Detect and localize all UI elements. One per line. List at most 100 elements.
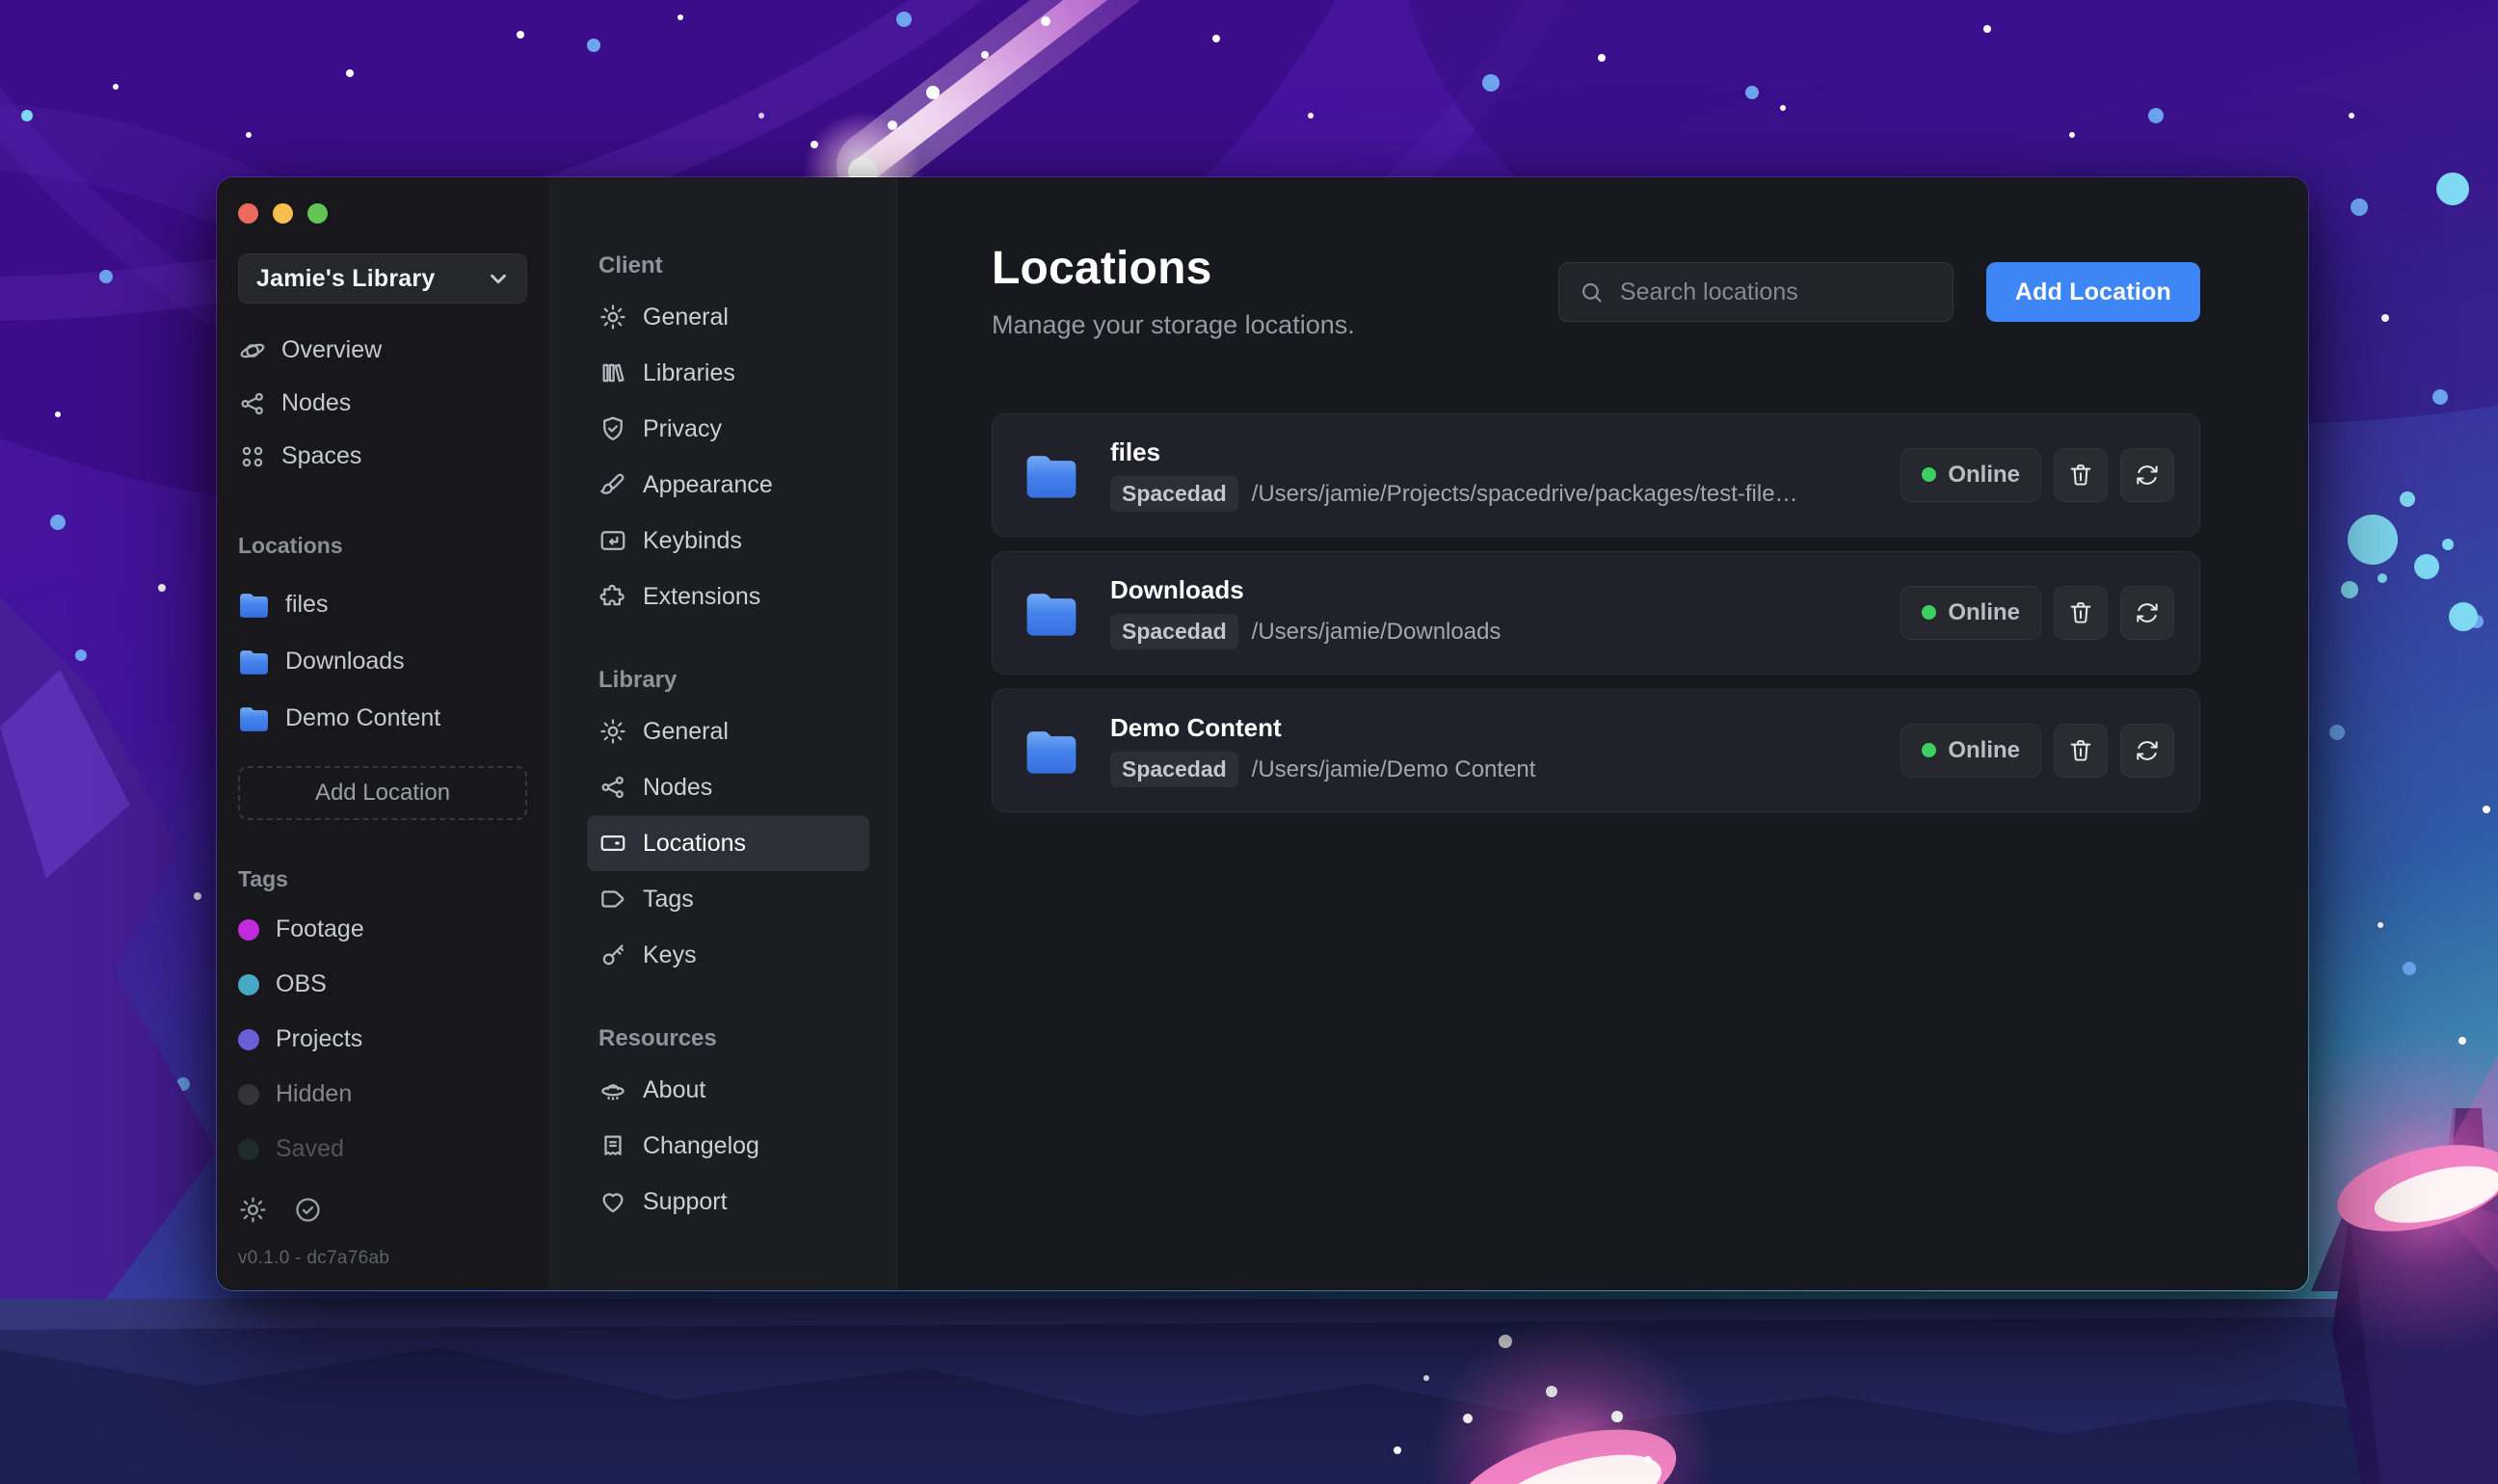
status-badge: Online: [1900, 723, 2041, 778]
sidebar-item-spaces[interactable]: Spaces: [238, 430, 527, 483]
settings-item-about[interactable]: About: [587, 1062, 869, 1118]
search-icon: [1579, 279, 1605, 305]
settings-item-client-general[interactable]: General: [587, 289, 869, 345]
tag-label: Hidden: [276, 1080, 353, 1107]
sidebar-tag-hidden[interactable]: Hidden: [238, 1067, 527, 1122]
key-icon: [598, 941, 627, 969]
location-path: /Users/jamie/Downloads: [1251, 618, 1501, 645]
settings-item-label: Extensions: [643, 582, 761, 610]
planet-icon: [238, 336, 267, 365]
library-selector[interactable]: Jamie's Library: [238, 253, 527, 304]
settings-item-libraries[interactable]: Libraries: [587, 345, 869, 401]
sidebar-tag-projects[interactable]: Projects: [238, 1012, 527, 1067]
settings-item-library-general[interactable]: General: [587, 703, 869, 759]
sidebar-add-location-button[interactable]: Add Location: [238, 766, 527, 820]
sidebar-location-downloads[interactable]: Downloads: [238, 633, 527, 690]
settings-item-appearance[interactable]: Appearance: [587, 457, 869, 513]
close-window-button[interactable]: [238, 203, 258, 224]
books-icon: [598, 358, 627, 387]
folder-icon: [1026, 593, 1076, 636]
sidebar-tag-obs[interactable]: OBS: [238, 957, 527, 1012]
paintbrush-icon: [598, 470, 627, 499]
location-name: Demo Content: [1110, 713, 1282, 743]
trash-icon: [2070, 464, 2091, 486]
ufo-icon: [598, 1075, 627, 1104]
settings-section-client: Client General Libraries Privacy Appeara…: [587, 252, 869, 624]
refresh-icon: [2137, 741, 2158, 760]
sidebar-item-overview[interactable]: Overview: [238, 324, 527, 377]
rescan-location-button[interactable]: [2120, 585, 2174, 640]
location-card-files[interactable]: files Spacedad /Users/jamie/Projects/spa…: [992, 412, 2200, 537]
tag-color-dot: [238, 973, 259, 995]
settings-item-privacy[interactable]: Privacy: [587, 401, 869, 457]
refresh-icon: [2137, 465, 2158, 485]
settings-item-support[interactable]: Support: [587, 1174, 869, 1230]
sidebar: Jamie's Library Overview Nodes Spaces Lo…: [217, 177, 548, 1290]
check-circle-icon[interactable]: [293, 1195, 323, 1225]
settings-item-tags[interactable]: Tags: [587, 871, 869, 927]
status-label: Online: [1948, 461, 2020, 488]
return-key-icon: [598, 526, 627, 555]
tag-label: Footage: [276, 915, 364, 942]
location-card-downloads[interactable]: Downloads Spacedad /Users/jamie/Download…: [992, 550, 2200, 675]
settings-item-library-nodes[interactable]: Nodes: [587, 759, 869, 815]
zoom-window-button[interactable]: [307, 203, 328, 224]
settings-gear-icon[interactable]: [238, 1195, 268, 1225]
search-locations-box: [1557, 262, 1953, 322]
refresh-icon: [2137, 603, 2158, 623]
online-dot: [1922, 467, 1937, 483]
minimize-window-button[interactable]: [273, 203, 293, 224]
puzzle-icon: [598, 582, 627, 611]
settings-item-label: Support: [643, 1187, 728, 1215]
settings-nav: Client General Libraries Privacy Appeara…: [548, 177, 897, 1290]
status-badge: Online: [1900, 585, 2041, 640]
drive-card-icon: [598, 829, 627, 858]
sidebar-location-files[interactable]: files: [238, 576, 527, 633]
sidebar-tag-saved[interactable]: Saved: [238, 1122, 527, 1177]
location-card-demo-content[interactable]: Demo Content Spacedad /Users/jamie/Demo …: [992, 688, 2200, 812]
settings-item-keys[interactable]: Keys: [587, 927, 869, 983]
delete-location-button[interactable]: [2054, 723, 2108, 778]
page-subtitle: Manage your storage locations.: [992, 309, 1355, 339]
delete-location-button[interactable]: [2054, 585, 2108, 640]
settings-item-extensions[interactable]: Extensions: [587, 569, 869, 624]
sidebar-tag-footage[interactable]: Footage: [238, 902, 527, 957]
folder-icon: [1026, 730, 1076, 774]
settings-item-changelog[interactable]: Changelog: [587, 1118, 869, 1174]
rescan-location-button[interactable]: [2120, 723, 2174, 778]
settings-item-label: Nodes: [643, 773, 713, 801]
settings-item-keybinds[interactable]: Keybinds: [587, 513, 869, 569]
settings-item-label: Changelog: [643, 1131, 759, 1159]
settings-section-heading: Library: [598, 667, 678, 693]
app-version: v0.1.0 - dc7a76ab: [238, 1248, 390, 1268]
location-path: /Users/jamie/Demo Content: [1251, 755, 1536, 782]
folder-icon: [240, 650, 268, 675]
online-dot: [1922, 605, 1937, 621]
sidebar-locations-heading: Locations: [238, 533, 343, 558]
window-controls: [238, 177, 527, 224]
sidebar-tags-list: Footage OBS Projects Hidden Saved: [238, 902, 527, 1177]
page-header: Locations Manage your storage locations.…: [992, 243, 2200, 340]
sidebar-item-label: Overview: [281, 336, 383, 363]
locations-list: files Spacedad /Users/jamie/Projects/spa…: [992, 412, 2200, 812]
location-name: files: [1110, 437, 1161, 467]
main-content: Locations Manage your storage locations.…: [897, 177, 2308, 1290]
sidebar-nav: Overview Nodes Spaces: [238, 324, 527, 483]
rescan-location-button[interactable]: [2120, 447, 2174, 502]
sidebar-item-label: Spaces: [281, 442, 362, 469]
share-nodes-icon: [598, 773, 627, 802]
settings-item-locations[interactable]: Locations: [587, 815, 869, 871]
sidebar-location-demo-content[interactable]: Demo Content: [238, 690, 527, 747]
delete-location-button[interactable]: [2054, 447, 2108, 502]
settings-item-label: General: [643, 303, 729, 331]
settings-item-label: Locations: [643, 829, 747, 857]
folder-icon: [240, 594, 268, 618]
status-badge: Online: [1900, 447, 2041, 502]
sidebar-location-label: Demo Content: [285, 704, 441, 731]
sidebar-item-nodes[interactable]: Nodes: [238, 377, 527, 430]
status-label: Online: [1948, 736, 2020, 763]
search-locations-input[interactable]: [1617, 277, 1933, 307]
tag-label: OBS: [276, 970, 327, 997]
tag-color-dot: [238, 1083, 259, 1105]
add-location-button[interactable]: Add Location: [1985, 262, 2200, 322]
